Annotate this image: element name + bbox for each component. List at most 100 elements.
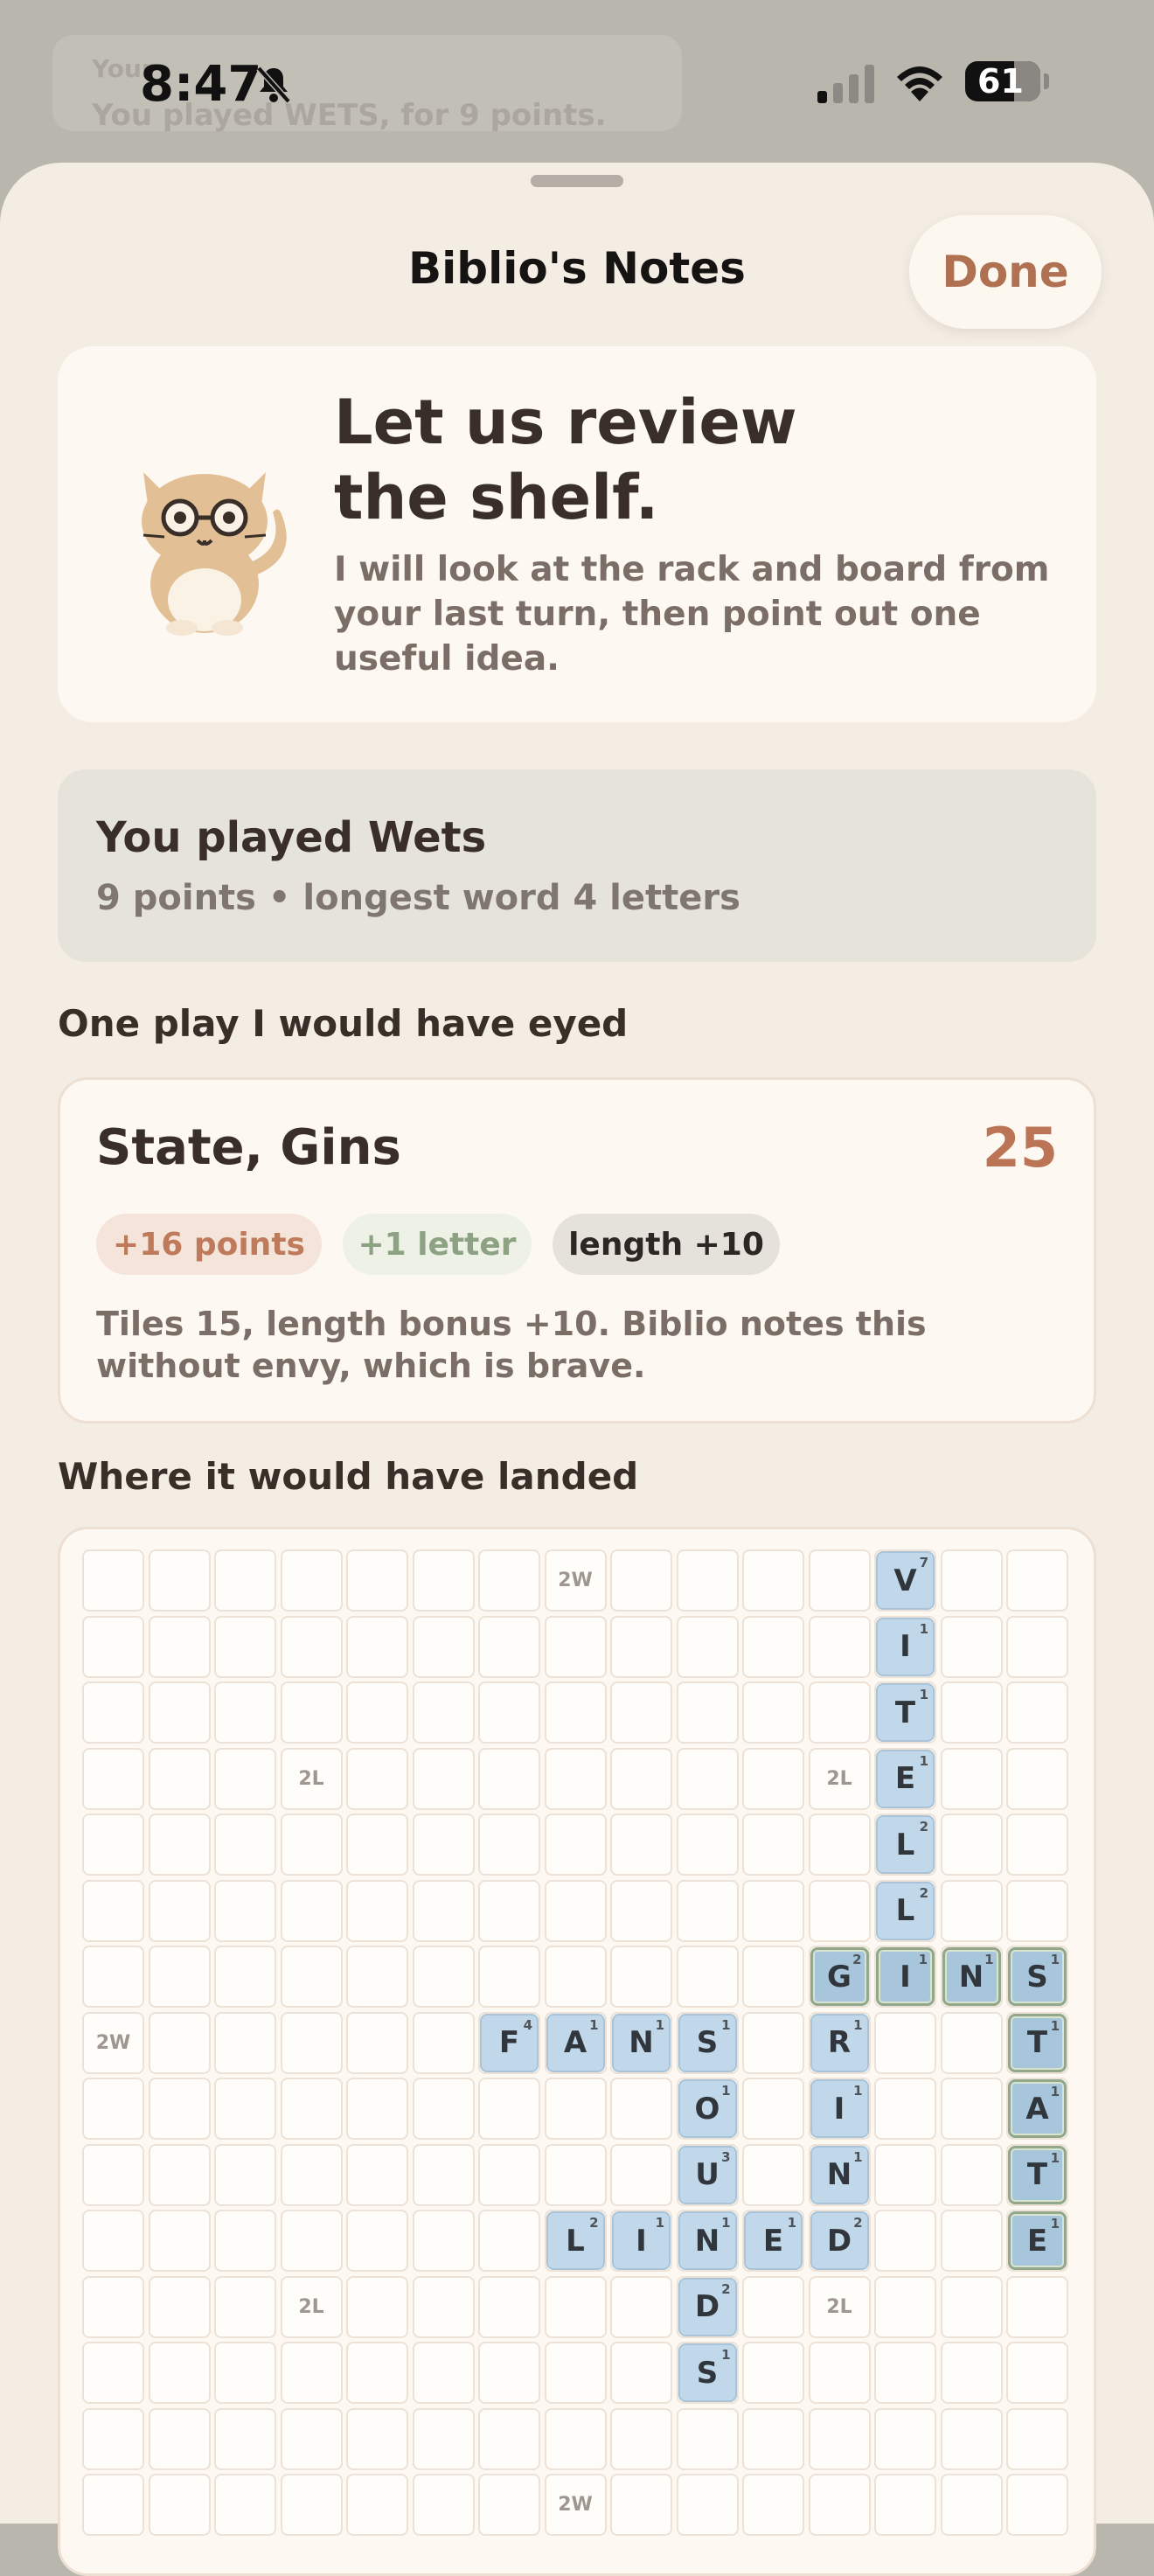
status-time: 8:47 xyxy=(140,56,262,113)
board-cell xyxy=(412,1549,475,1612)
tile-letter: R xyxy=(827,2025,852,2060)
board-cell xyxy=(214,1681,276,1744)
board-cell xyxy=(412,1747,475,1810)
tile-points: 2 xyxy=(852,1952,862,1967)
board-cell xyxy=(478,1814,540,1876)
board-cell xyxy=(808,1814,871,1876)
board-cell xyxy=(346,2407,408,2470)
board-cell xyxy=(940,1549,1003,1612)
tile-letter: D xyxy=(694,2289,720,2324)
board-cell xyxy=(742,2011,804,2074)
tile-letter: I xyxy=(900,1629,911,1664)
board-cell xyxy=(82,1747,144,1810)
board-cell xyxy=(874,2078,936,2140)
board-cell xyxy=(280,2143,343,2206)
tile-letter: U xyxy=(695,2157,720,2192)
board-cell xyxy=(874,2275,936,2338)
tile-points: 1 xyxy=(721,2215,731,2231)
board-cell xyxy=(214,2011,276,2074)
board-cell xyxy=(676,1615,739,1678)
board-cell xyxy=(478,2407,540,2470)
board-cell xyxy=(610,2342,672,2404)
premium-square: 2W xyxy=(82,2011,144,2074)
board-cell xyxy=(346,1879,408,1942)
tile-letter: O xyxy=(694,2091,720,2127)
board-cell xyxy=(940,1615,1003,1678)
suggestion-section-heading: One play I would have eyed xyxy=(58,1002,629,1045)
premium-square: 2W xyxy=(544,2474,607,2536)
tile-points: 1 xyxy=(655,2215,664,2231)
board-cell xyxy=(544,1615,607,1678)
suggested-letter-tile: G2 xyxy=(810,1947,869,2006)
board-cell xyxy=(412,2474,475,2536)
tile-letter: I xyxy=(636,2223,647,2259)
board-cell xyxy=(280,1879,343,1942)
board-cell xyxy=(478,1946,540,2008)
premium-square: 2W xyxy=(544,1549,607,1612)
suggested-letter-tile: S1 xyxy=(1008,1947,1067,2006)
board-cell xyxy=(676,1549,739,1612)
board-cell xyxy=(940,1681,1003,1744)
board-cell xyxy=(610,2143,672,2206)
tile-letter: E xyxy=(894,1761,916,1796)
board-cell xyxy=(412,2011,475,2074)
board-cell xyxy=(544,2275,607,2338)
intro-heading: Let us review the shelf. xyxy=(334,385,1051,535)
letter-tile: A1 xyxy=(546,2013,605,2072)
board-cell xyxy=(280,2078,343,2140)
letter-tile: V7 xyxy=(876,1551,935,1610)
board-cell xyxy=(478,1549,540,1612)
board-cell xyxy=(808,1615,871,1678)
board-cell xyxy=(82,2143,144,2206)
board-cell xyxy=(1006,2474,1068,2536)
board-cell xyxy=(544,2143,607,2206)
tile-letter: A xyxy=(1025,2091,1049,2127)
board-cell xyxy=(280,2342,343,2404)
board-cell xyxy=(676,1747,739,1810)
board-cell xyxy=(478,2143,540,2206)
done-button[interactable]: Done xyxy=(909,215,1102,329)
board-cell xyxy=(280,1549,343,1612)
board-cell xyxy=(742,2474,804,2536)
tile-letter: F xyxy=(498,2025,520,2060)
board-cell xyxy=(742,1681,804,1744)
board-cell xyxy=(346,2011,408,2074)
premium-square: 2L xyxy=(280,2275,343,2338)
tile-points: 2 xyxy=(721,2280,731,2297)
premium-square: 2L xyxy=(808,1747,871,1810)
board-cell xyxy=(82,2474,144,2536)
tile-letter: T xyxy=(894,1695,916,1730)
board-cell xyxy=(940,2011,1003,2074)
tile-points: 2 xyxy=(853,2215,863,2231)
board-cell xyxy=(148,1879,211,1942)
board-cell xyxy=(478,2078,540,2140)
sheet-grabber[interactable] xyxy=(531,175,623,187)
last-play-heading: You played Wets xyxy=(96,813,487,862)
board-cell xyxy=(214,1879,276,1942)
tile-points: 1 xyxy=(919,1620,928,1637)
board-cell xyxy=(676,1814,739,1876)
letter-tile: L2 xyxy=(546,2211,605,2270)
board-cell xyxy=(1006,1681,1068,1744)
tile-points: 2 xyxy=(589,2215,599,2231)
board-cell xyxy=(676,2474,739,2536)
board-cell xyxy=(478,2275,540,2338)
board-cell xyxy=(280,1681,343,1744)
board-cell xyxy=(742,1747,804,1810)
letter-tile: S1 xyxy=(678,2013,737,2072)
board-cell xyxy=(544,2407,607,2470)
tile-letter: S xyxy=(1026,1959,1048,1995)
board-cell xyxy=(346,1814,408,1876)
suggested-letter-tile: N1 xyxy=(942,1947,1001,2006)
board-cell xyxy=(940,2210,1003,2272)
suggested-play-words: State, Gins xyxy=(96,1119,401,1176)
board-cell xyxy=(544,1946,607,2008)
board-cell xyxy=(148,1549,211,1612)
board-cell xyxy=(1006,1549,1068,1612)
board-cell xyxy=(280,2474,343,2536)
tile-letter: I xyxy=(833,2091,845,2127)
tile-letter: N xyxy=(958,1959,984,1995)
board-cell xyxy=(346,2342,408,2404)
board-cell xyxy=(610,1681,672,1744)
board-cell xyxy=(346,2143,408,2206)
